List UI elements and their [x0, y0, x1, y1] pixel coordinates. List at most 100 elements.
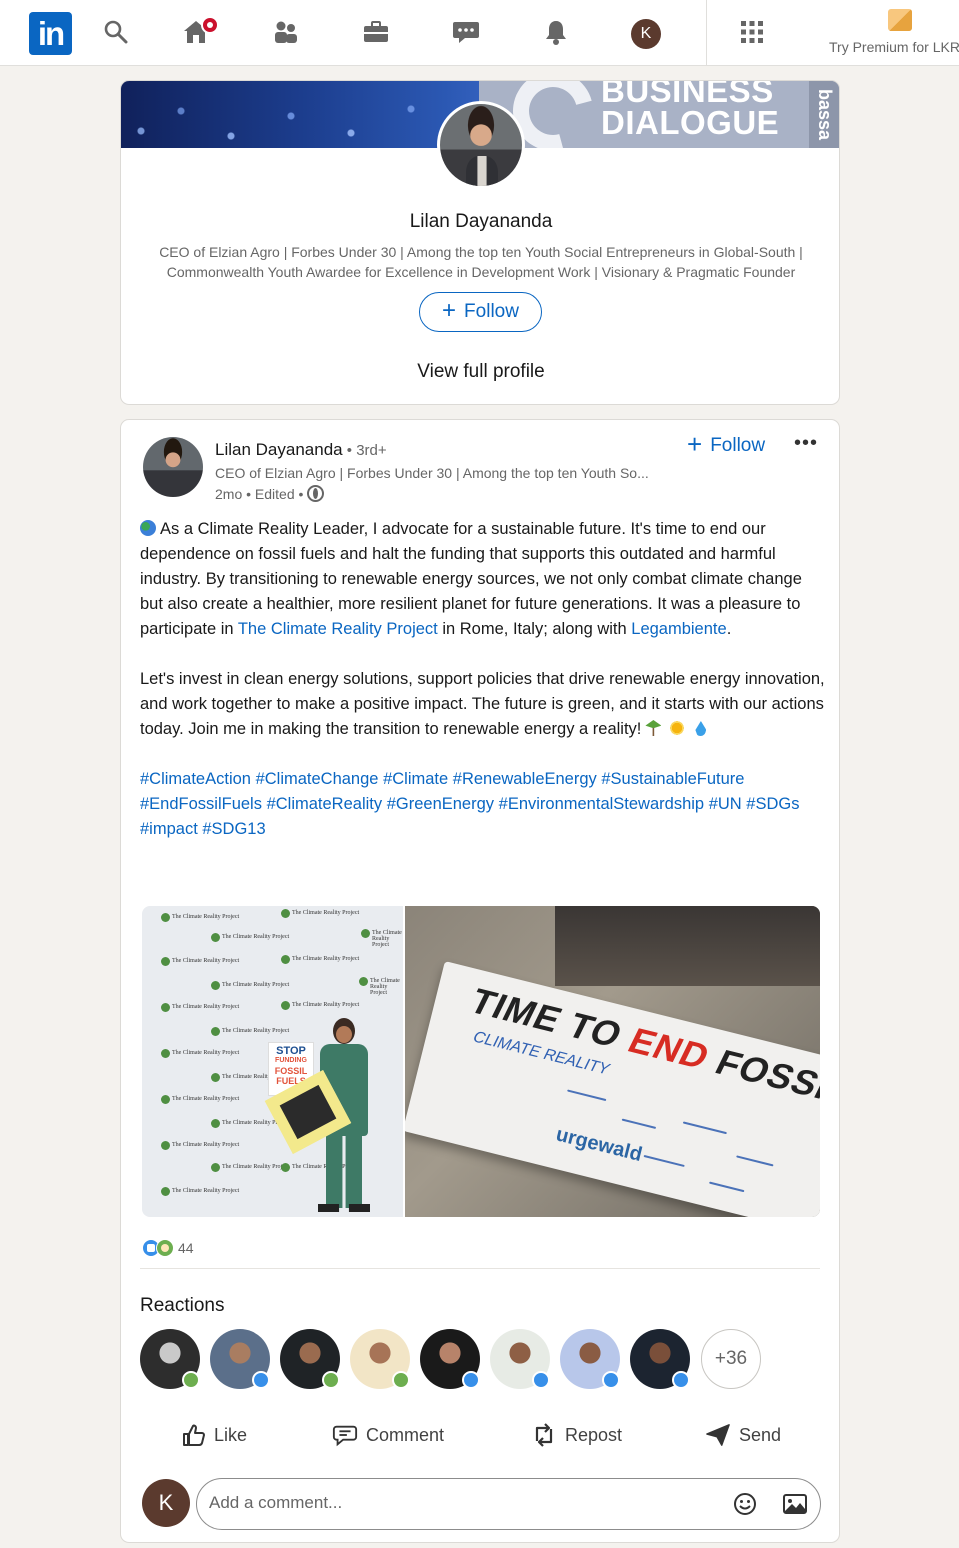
banner-text-line2: DIALOGUE: [601, 104, 780, 141]
profile-follow-button[interactable]: + Follow: [419, 292, 542, 332]
hashtag-link[interactable]: #SDGs: [746, 795, 799, 813]
premium-icon[interactable]: [888, 9, 912, 31]
send-button[interactable]: Send: [705, 1420, 781, 1450]
post-image-left[interactable]: The Climate Reality Project The Climate R…: [142, 906, 403, 1217]
hashtag-link[interactable]: #EndFossilFuels: [140, 795, 262, 813]
backdrop-logo: The Climate Reality Project: [280, 909, 360, 918]
climate-reality-project-link[interactable]: The Climate Reality Project: [238, 620, 438, 638]
hashtag-link[interactable]: #Climate: [383, 770, 448, 788]
hashtag-link[interactable]: #impact: [140, 820, 198, 838]
profile-headline-line1: CEO of Elzian Agro | Forbes Under 30 | A…: [159, 244, 803, 260]
backdrop-logo: The Climate Reality Project: [210, 1163, 290, 1172]
jobs-icon[interactable]: [358, 14, 394, 50]
post-author-name[interactable]: Lilan Dayananda: [215, 440, 343, 459]
reaction-icons[interactable]: [142, 1239, 176, 1257]
hashtag-link[interactable]: #ClimateReality: [267, 795, 383, 813]
hashtag-link[interactable]: #SDG13: [202, 820, 265, 838]
like-reaction-badge-icon: [532, 1371, 550, 1389]
like-reaction-badge-icon: [672, 1371, 690, 1389]
person-face: [336, 1026, 352, 1043]
repost-button[interactable]: Repost: [531, 1420, 622, 1450]
more-reactors-button[interactable]: +36: [701, 1329, 761, 1389]
hashtag-link[interactable]: #ClimateChange: [256, 770, 379, 788]
hashtags: #ClimateAction #ClimateChange #Climate #…: [140, 767, 825, 842]
post-text-part: .: [726, 620, 732, 638]
comment-label: Comment: [366, 1424, 445, 1445]
my-network-icon[interactable]: [268, 14, 304, 50]
person-shoes: [318, 1204, 370, 1212]
sign-line3: FOSSIL: [274, 1066, 308, 1076]
post-image-right[interactable]: TIME TO END FOSSIL FUELS CLIMATE REALITY…: [405, 906, 820, 1217]
plus-icon: +: [442, 296, 457, 324]
profile-headline: CEO of Elzian Agro | Forbes Under 30 | A…: [131, 242, 831, 282]
top-navigation-bar: in K Try Premium for LKR: [0, 0, 959, 66]
view-full-profile-link[interactable]: View full profile: [121, 361, 839, 383]
reactor-avatar[interactable]: [280, 1329, 340, 1389]
notifications-icon[interactable]: [538, 14, 574, 50]
banner-title: TIME TO END FOSSIL FUELS: [463, 980, 820, 1145]
profile-name[interactable]: Lilan Dayananda: [121, 211, 839, 233]
reactor-avatar[interactable]: [630, 1329, 690, 1389]
hashtag-link[interactable]: #EnvironmentalStewardship: [499, 795, 704, 813]
post-text: As a Climate Reality Leader, I advocate …: [140, 517, 825, 842]
post-text-part: in Rome, Italy; along with: [437, 620, 632, 638]
hashtag-link[interactable]: #GreenEnergy: [387, 795, 494, 813]
comment-icon: [332, 1422, 358, 1448]
sun-emoji-icon: [669, 720, 686, 736]
banner-brand: urgewald: [553, 1123, 645, 1167]
home-notification-badge: [201, 16, 219, 34]
like-icon: [180, 1422, 206, 1448]
post-author-avatar[interactable]: [143, 437, 203, 497]
backdrop-logo: The Climate Reality Project: [210, 933, 290, 942]
comment-box[interactable]: [196, 1478, 821, 1530]
emoji-picker-icon[interactable]: [733, 1492, 757, 1516]
reactions-heading: Reactions: [140, 1295, 225, 1316]
comment-button[interactable]: Comment: [332, 1420, 444, 1450]
profile-card: BUSINESS DIALOGUE bassa Lilan Dayananda …: [120, 80, 840, 405]
comment-input[interactable]: [209, 1493, 709, 1513]
reaction-count[interactable]: 44: [178, 1240, 194, 1256]
post-timestamp: 2mo • Edited •: [215, 485, 304, 502]
hashtag-link[interactable]: #ClimateAction: [140, 770, 251, 788]
post-follow-button[interactable]: + Follow: [687, 429, 766, 459]
like-label: Like: [214, 1424, 248, 1445]
add-photo-icon[interactable]: [782, 1492, 808, 1516]
support-reaction-icon: [156, 1239, 174, 1257]
reactor-avatar[interactable]: [560, 1329, 620, 1389]
post-follow-label: Follow: [710, 435, 766, 456]
backdrop-logo: The Climate Reality Project: [160, 913, 240, 922]
messaging-icon[interactable]: [448, 14, 484, 50]
follow-label: Follow: [464, 301, 519, 322]
commenter-avatar[interactable]: K: [142, 1479, 190, 1527]
apps-grid-icon[interactable]: [734, 14, 770, 50]
backdrop-logo: The Climate Reality Project: [160, 1141, 240, 1150]
reactor-avatar[interactable]: [350, 1329, 410, 1389]
backdrop-logo: The Climate Reality Project: [280, 955, 360, 964]
post-meta: 2mo • Edited •: [215, 485, 325, 502]
linkedin-logo[interactable]: in: [29, 12, 72, 55]
reactor-avatar[interactable]: [490, 1329, 550, 1389]
more-options-icon[interactable]: •••: [794, 432, 818, 455]
send-label: Send: [739, 1424, 782, 1445]
hashtag-link[interactable]: #UN: [709, 795, 742, 813]
hashtag-link[interactable]: #SustainableFuture: [601, 770, 744, 788]
search-icon[interactable]: [98, 14, 134, 50]
like-reaction-badge-icon: [602, 1371, 620, 1389]
hashtag-link[interactable]: #RenewableEnergy: [453, 770, 597, 788]
like-button[interactable]: Like: [180, 1420, 247, 1450]
reactor-avatar[interactable]: [420, 1329, 480, 1389]
reactor-avatar[interactable]: [140, 1329, 200, 1389]
banner-side-text: bassa: [809, 81, 839, 148]
legambiente-link[interactable]: Legambiente: [631, 620, 726, 638]
me-avatar[interactable]: K: [631, 19, 661, 49]
repost-label: Repost: [565, 1424, 623, 1445]
try-premium-link[interactable]: Try Premium for LKR: [829, 39, 959, 55]
droplet-emoji-icon: [695, 721, 707, 736]
profile-avatar[interactable]: [437, 101, 525, 189]
connection-degree: • 3rd+: [342, 442, 387, 459]
backdrop-logo: The Climate Reality Project: [280, 1001, 360, 1010]
post-author-line: Lilan Dayananda • 3rd+: [215, 440, 387, 460]
backdrop-logo: The Climate Reality Project: [160, 1095, 240, 1104]
reactor-avatar[interactable]: [210, 1329, 270, 1389]
